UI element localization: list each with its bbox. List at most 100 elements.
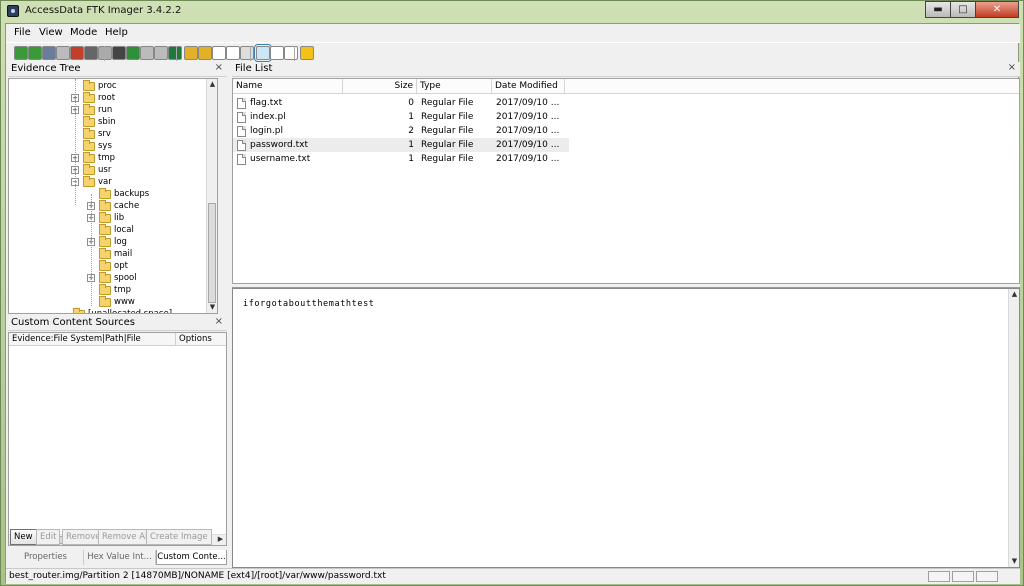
column-source[interactable]: Evidence:File System|Path|File	[12, 333, 141, 345]
tree-node-label: usr	[98, 165, 112, 175]
folder-icon	[83, 116, 95, 127]
tab-hex-value-interpreter[interactable]: Hex Value Int...	[84, 550, 156, 565]
file-row[interactable]: login.pl 2 Regular File 2017/09/10 ...	[233, 124, 569, 138]
column-options[interactable]: Options	[175, 333, 212, 345]
new-button[interactable]: New	[10, 529, 37, 545]
folder-icon	[73, 308, 85, 313]
tab-custom-content[interactable]: Custom Conte...	[156, 550, 227, 565]
tree-node[interactable]: sys	[9, 140, 207, 152]
tree-node[interactable]: backups	[9, 188, 207, 200]
export-logical-image-icon[interactable]	[112, 46, 126, 60]
scroll-up-icon[interactable]: ▲	[1009, 289, 1020, 300]
column-date-modified[interactable]: Date Modified	[492, 79, 565, 94]
create-image-icon[interactable]	[84, 46, 98, 60]
column-name[interactable]: Name	[233, 79, 343, 94]
file-row[interactable]: flag.txt 0 Regular File 2017/09/10 ...	[233, 96, 569, 110]
tree-node[interactable]: + tmp	[9, 152, 207, 164]
minimize-button[interactable]: ▬	[925, 1, 951, 18]
tree-node-label: opt	[114, 261, 128, 271]
evidence-tree-scrollbar[interactable]: ▲ ▼	[206, 79, 217, 313]
evidence-tree[interactable]: ▲ ▼ proc + root + run sbin srv sys + tmp + usr − var b…	[8, 78, 218, 314]
image-mounting-icon[interactable]	[42, 46, 56, 60]
edit-button[interactable]: Edit	[36, 529, 61, 545]
tree-node-label: sys	[98, 141, 112, 151]
tree-node[interactable]: + cache	[9, 200, 207, 212]
tree-node[interactable]: + run	[9, 104, 207, 116]
export-hash-icon[interactable]	[240, 46, 254, 60]
scroll-up-icon[interactable]: ▲	[207, 79, 217, 90]
scroll-thumb[interactable]	[208, 203, 216, 303]
file-list[interactable]: Name Size Type Date Modified flag.txt 0 Re…	[232, 78, 1020, 284]
tree-node[interactable]: sbin	[9, 116, 207, 128]
file-content-viewer[interactable]: iforgotaboutthemathtest ▲ ▼	[232, 288, 1020, 568]
capture-memory-icon[interactable]	[126, 46, 140, 60]
close-button[interactable]: ✕	[975, 1, 1019, 18]
add-evidence-icon[interactable]	[14, 46, 28, 60]
viewer-scrollbar[interactable]: ▲ ▼	[1008, 289, 1019, 567]
tree-node[interactable]: + spool	[9, 272, 207, 284]
obtain-protected-files-icon[interactable]	[140, 46, 154, 60]
hex-view-icon[interactable]	[284, 46, 298, 60]
text-view-icon[interactable]	[270, 46, 284, 60]
export-files-icon[interactable]	[184, 46, 198, 60]
menu-mode[interactable]: Mode	[70, 27, 97, 38]
tab-properties[interactable]: Properties	[8, 550, 84, 565]
maximize-button[interactable]: □	[950, 1, 976, 18]
remove-all-evidence-icon[interactable]	[70, 46, 84, 60]
tree-node[interactable]: local	[9, 224, 207, 236]
tree-node[interactable]: proc	[9, 80, 207, 92]
column-type[interactable]: Type	[417, 79, 492, 94]
new-page-icon[interactable]	[212, 46, 226, 60]
file-row[interactable]: password.txt 1 Regular File 2017/09/10 ...	[233, 138, 569, 152]
toolbar-separator	[176, 46, 177, 61]
tree-node[interactable]: [unallocated space]	[9, 308, 207, 313]
tree-node[interactable]: + log	[9, 236, 207, 248]
file-size: 0	[408, 98, 414, 108]
remove-evidence-icon[interactable]	[56, 46, 70, 60]
file-list-close-icon[interactable]: ×	[1008, 62, 1016, 73]
file-content-text: iforgotaboutthemathtest	[243, 299, 375, 309]
tree-node-label: proc	[98, 81, 117, 91]
file-name: login.pl	[250, 126, 283, 136]
scroll-right-icon[interactable]: ▶	[215, 534, 226, 545]
file-row[interactable]: index.pl 1 Regular File 2017/09/10 ...	[233, 110, 569, 124]
tree-node[interactable]: tmp	[9, 284, 207, 296]
add-all-evidence-icon[interactable]	[28, 46, 42, 60]
text-page-icon[interactable]	[226, 46, 240, 60]
file-name: username.txt	[250, 154, 311, 164]
scroll-down-icon[interactable]: ▼	[1009, 556, 1020, 567]
tree-node[interactable]: opt	[9, 260, 207, 272]
tree-node[interactable]: + usr	[9, 164, 207, 176]
custom-content-close-icon[interactable]: ×	[215, 316, 223, 327]
custom-content-list[interactable]: Evidence:File System|Path|File Options ◀…	[8, 332, 227, 546]
memory-chip-icon[interactable]	[168, 46, 182, 60]
export-disk-image-icon[interactable]	[98, 46, 112, 60]
tree-node[interactable]: + lib	[9, 212, 207, 224]
decrypt-icon[interactable]	[198, 46, 212, 60]
column-size[interactable]: Size	[343, 79, 417, 94]
tree-node[interactable]: − var	[9, 176, 207, 188]
evidence-tree-close-icon[interactable]: ×	[215, 62, 223, 73]
file-icon	[237, 98, 246, 109]
auto-view-icon[interactable]	[254, 44, 272, 62]
menu-file[interactable]: File	[14, 27, 31, 38]
detect-efs-icon[interactable]	[154, 46, 168, 60]
custom-content-title: Custom Content Sources	[11, 317, 135, 328]
tree-node[interactable]: + root	[9, 92, 207, 104]
create-image-button[interactable]: Create Image	[146, 529, 212, 545]
app-logo-icon	[7, 5, 19, 17]
file-size: 1	[408, 112, 414, 122]
title-bar[interactable]: AccessData FTK Imager 3.4.2.2 ▬ □ ✕	[1, 1, 1023, 23]
menu-view[interactable]: View	[39, 27, 63, 38]
folder-icon	[99, 284, 111, 295]
folder-icon	[83, 164, 95, 175]
folder-icon	[99, 224, 111, 235]
tree-node[interactable]: srv	[9, 128, 207, 140]
tree-node-label: tmp	[98, 153, 116, 163]
tree-node[interactable]: www	[9, 296, 207, 308]
help-icon[interactable]	[300, 46, 314, 60]
scroll-down-icon[interactable]: ▼	[207, 302, 217, 313]
menu-help[interactable]: Help	[105, 27, 128, 38]
tree-node[interactable]: mail	[9, 248, 207, 260]
file-row[interactable]: username.txt 1 Regular File 2017/09/10 ...	[233, 152, 569, 166]
